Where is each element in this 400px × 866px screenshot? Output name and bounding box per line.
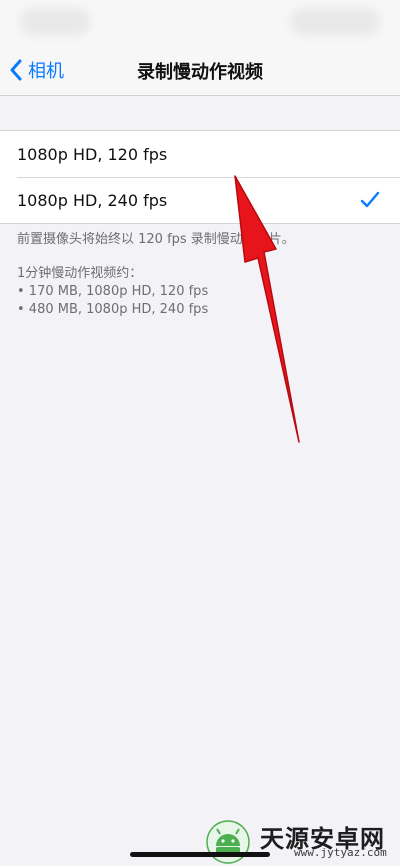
option-label: 1080p HD, 120 fps — [17, 144, 168, 164]
front-camera-note: 前置摄像头将始终以 120 fps 录制慢动作影片。 — [17, 232, 295, 247]
size-item-120: • 170 MB, 1080p HD, 120 fps — [17, 284, 209, 299]
options-group: 1080p HD, 120 fps 1080p HD, 240 fps — [0, 130, 400, 224]
option-240fps[interactable]: 1080p HD, 240 fps — [0, 177, 400, 223]
page-title: 录制慢动作视频 — [137, 62, 263, 83]
status-indicators-blurred — [290, 8, 380, 36]
footer-info: 前置摄像头将始终以 120 fps 录制慢动作影片。 1分钟慢动作视频约： • … — [17, 231, 387, 319]
watermark: 天源安卓网 www.jytyaz.com — [204, 820, 400, 864]
watermark-url: www.jytyaz.com — [294, 846, 387, 859]
home-indicator[interactable] — [130, 852, 270, 857]
option-label: 1080p HD, 240 fps — [17, 190, 168, 210]
checkmark-icon — [360, 191, 380, 208]
status-time-blurred — [20, 8, 90, 36]
navigation-bar: 相机 录制慢动作视频 — [0, 44, 400, 96]
status-bar — [0, 0, 400, 44]
size-heading: 1分钟慢动作视频约： — [17, 266, 143, 281]
size-item-240: • 480 MB, 1080p HD, 240 fps — [17, 302, 209, 317]
option-120fps[interactable]: 1080p HD, 120 fps — [0, 131, 400, 177]
